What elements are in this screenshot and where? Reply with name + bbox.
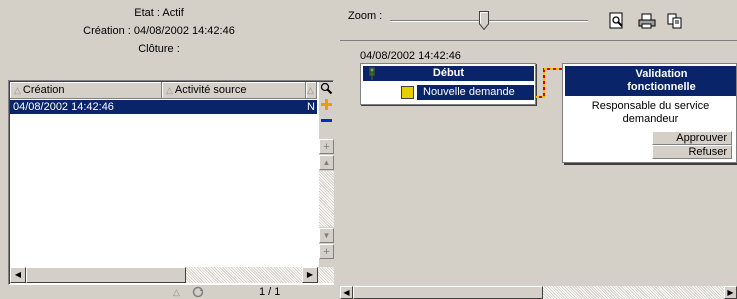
workflow-timestamp: 04/08/2002 14:42:46 (360, 50, 461, 62)
scroll-right-button[interactable]: ▶ (302, 267, 318, 283)
plus-small-icon: + (323, 246, 330, 258)
row-creation-date: 04/08/2002 14:42:46 (13, 101, 114, 113)
grid-header: △ Création △ Activité source △ (10, 82, 317, 99)
start-node-title: Début (363, 66, 534, 81)
column-header-creation[interactable]: △ Création (10, 82, 162, 99)
workflow-info: Etat : Actif Création : 04/08/2002 14:42… (0, 4, 318, 58)
expand-button[interactable]: + (319, 139, 334, 154)
refresh-icon[interactable] (191, 286, 205, 299)
validation-node-description: Responsable du service demandeur (591, 100, 710, 125)
canvas-horizontal-scrollbar[interactable]: ◀ ▶ (340, 286, 737, 299)
search-button[interactable] (319, 82, 334, 97)
start-node-activity[interactable]: Nouvelle demande (417, 85, 534, 100)
scroll-thumb[interactable] (26, 267, 186, 283)
zoom-fit-icon[interactable] (608, 12, 626, 30)
validation-node-title: Validation fonctionnelle (565, 66, 736, 96)
sort-icon: △ (173, 287, 180, 297)
status-label: Etat : Actif (134, 7, 184, 19)
plus-icon (321, 99, 332, 110)
connector-line (536, 68, 562, 98)
arrow-up-icon: ▲ (322, 158, 331, 167)
copy-icon[interactable] (666, 12, 684, 30)
page-indicator: 1 / 1 (259, 286, 281, 298)
scroll-down-button[interactable]: ▼ (319, 228, 334, 243)
sort-icon: △ (307, 85, 314, 95)
canvas-scroll-left[interactable]: ◀ (340, 286, 353, 299)
zoom-label: Zoom : (348, 10, 383, 22)
column-header-source-activity[interactable]: △ Activité source (162, 82, 306, 99)
magnifier-icon (320, 82, 333, 95)
row-source-activity: N (307, 101, 315, 113)
traffic-light-icon (369, 67, 375, 80)
arrow-right-icon: ▶ (306, 270, 314, 279)
closure-label: Clôture : (138, 43, 180, 55)
creation-date-label: Création : 04/08/2002 14:42:46 (83, 25, 235, 37)
arrow-down-icon: ▼ (322, 231, 331, 240)
approve-button[interactable]: Approuver (652, 131, 732, 145)
start-node[interactable]: Début Nouvelle demande (360, 63, 536, 105)
scroll-up-button[interactable]: ▲ (319, 155, 334, 170)
minus-icon (321, 119, 332, 122)
workflow-canvas[interactable]: 04/08/2002 14:42:46 Début Nouvelle deman… (340, 40, 737, 286)
vertical-scroll-track[interactable] (319, 171, 334, 227)
canvas-scroll-thumb[interactable] (353, 286, 543, 299)
canvas-scroll-right[interactable]: ▶ (724, 286, 737, 299)
plus-small-icon: + (323, 141, 330, 153)
validation-node[interactable]: Validation fonctionnelle Responsable du … (562, 63, 737, 163)
scroll-left-button[interactable]: ◀ (10, 267, 26, 283)
grid-pager: △ 1 / 1 (8, 285, 334, 299)
column-header-extra[interactable]: △ (306, 82, 317, 99)
arrow-left-icon: ◀ (14, 270, 22, 279)
remove-button[interactable] (319, 115, 334, 130)
grid-side-toolbar: + ▲ ▼ + (319, 82, 334, 267)
print-icon[interactable] (638, 12, 656, 30)
refuse-button[interactable]: Refuser (652, 145, 732, 159)
arrow-left-icon: ◀ (343, 288, 350, 297)
activity-icon (401, 86, 414, 99)
arrow-right-icon: ▶ (727, 288, 734, 297)
horizontal-scrollbar[interactable]: ◀ ▶ (10, 267, 334, 283)
collapse-button[interactable]: + (319, 244, 334, 259)
sort-icon: △ (14, 85, 21, 95)
zoom-slider-track[interactable] (390, 20, 588, 22)
activity-grid: △ Création △ Activité source △ 04/08/2002 … (8, 80, 334, 285)
workflow-panel: Zoom : 04/08/2002 14:42:46 Début Nouvell… (340, 0, 737, 299)
zoom-slider-thumb[interactable] (479, 11, 489, 30)
sort-icon: △ (166, 85, 173, 95)
add-button[interactable] (319, 99, 334, 114)
table-row[interactable]: 04/08/2002 14:42:46 N (10, 100, 317, 114)
